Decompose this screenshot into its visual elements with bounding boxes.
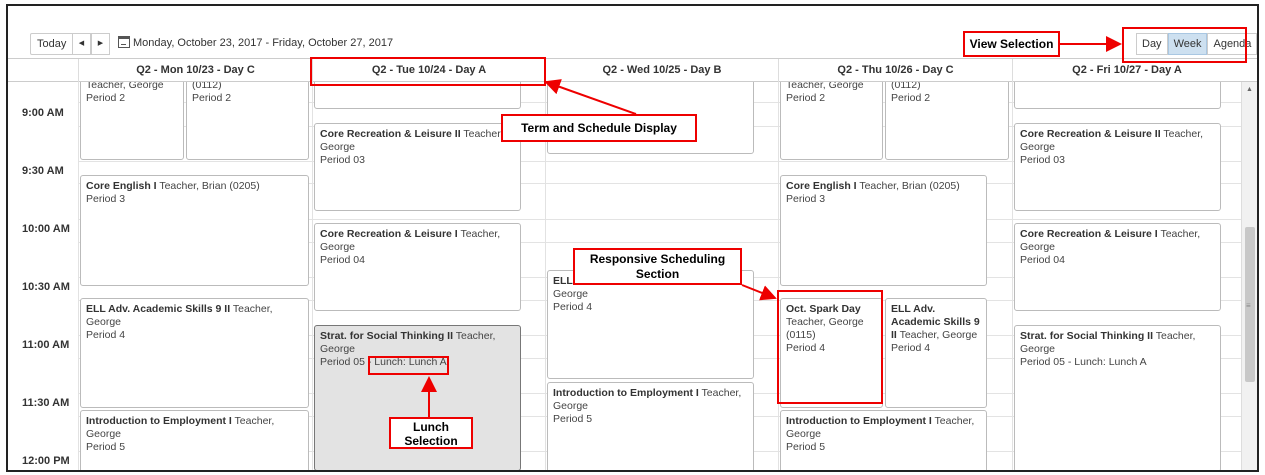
- annotation-arrows: [421, 36, 1122, 417]
